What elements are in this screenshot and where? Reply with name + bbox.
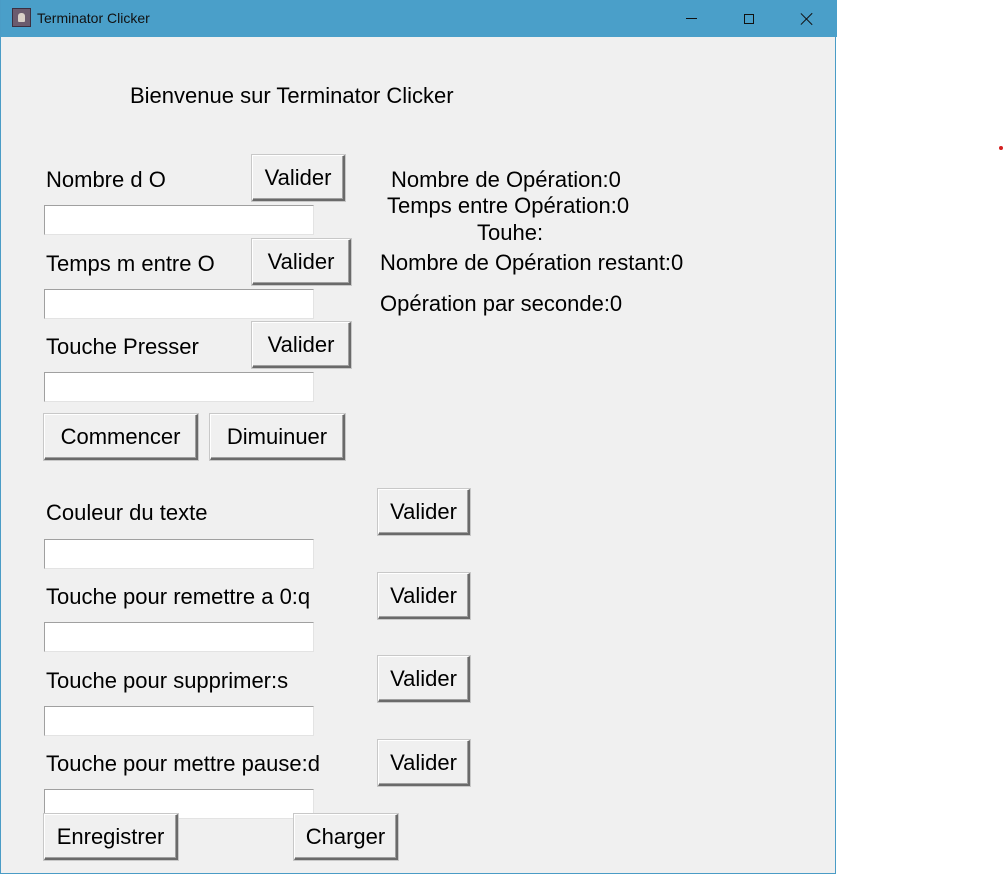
status-key: Touhe: [477,220,544,245]
delay-label: Temps m entre O [46,251,215,276]
welcome-title: Bienvenue sur Terminator Clicker [130,83,454,108]
app-icon [12,8,31,27]
cursor-dot [999,146,1003,150]
close-button[interactable] [778,0,836,37]
maximize-icon [744,13,754,24]
validate-reset-key-button[interactable]: Valider [378,573,470,619]
delay-input[interactable] [44,289,314,319]
text-color-label: Couleur du texte [46,500,208,525]
close-icon [800,12,814,26]
app-window: Terminator Clicker Bienvenue sur Termina… [0,0,837,874]
validate-pause-key-button[interactable]: Valider [378,740,470,786]
operation-count-input[interactable] [44,205,314,235]
status-operation-count: Nombre de Opération:0 [391,167,621,192]
title-bar[interactable]: Terminator Clicker [1,0,837,37]
text-color-input[interactable] [44,539,314,569]
validate-delay-button[interactable]: Valider [252,239,351,285]
key-input[interactable] [44,372,314,402]
operation-count-label: Nombre d O [46,167,166,192]
window-title: Terminator Clicker [37,10,150,26]
validate-delete-key-button[interactable]: Valider [378,656,470,702]
minimize-icon [685,18,697,19]
reset-key-label: Touche pour remettre a 0:q [46,584,311,609]
status-per-second: Opération par seconde:0 [380,291,623,316]
key-label: Touche Presser [46,334,199,359]
decrease-button[interactable]: Dimuinuer [210,414,345,460]
pause-key-label: Touche pour mettre pause:d [46,751,320,776]
validate-key-button[interactable]: Valider [252,322,351,368]
save-button[interactable]: Enregistrer [44,814,178,860]
delete-key-input[interactable] [44,706,314,736]
minimize-button[interactable] [662,0,720,37]
load-button[interactable]: Charger [294,814,398,860]
reset-key-input[interactable] [44,622,314,652]
status-remaining: Nombre de Opération restant:0 [380,250,684,275]
validate-operation-count-button[interactable]: Valider [252,155,345,201]
start-button[interactable]: Commencer [44,414,198,460]
validate-text-color-button[interactable]: Valider [378,489,470,535]
delete-key-label: Touche pour supprimer:s [46,668,289,693]
status-delay: Temps entre Opération:0 [387,193,630,218]
maximize-button[interactable] [720,0,778,37]
